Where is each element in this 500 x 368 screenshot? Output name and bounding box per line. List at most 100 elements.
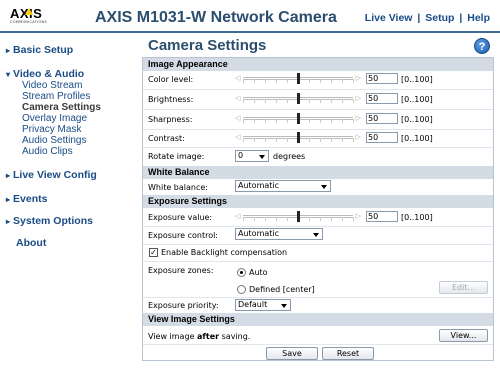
backlight-compensation-label: Enable Backlight compensation <box>161 248 288 257</box>
row-divider <box>143 89 493 90</box>
slider-right-arrow-icon[interactable]: ▷ <box>356 132 361 143</box>
rotate-image-unit: degrees <box>273 152 306 161</box>
exposure-value-label: Exposure value: <box>148 213 213 222</box>
sidebar-item-about[interactable]: About <box>16 237 46 249</box>
dropdown-caret-icon <box>281 304 287 308</box>
reset-button[interactable]: Reset <box>322 347 374 360</box>
slider-tick <box>320 119 321 123</box>
slider-tick <box>276 217 277 221</box>
slider-right-arrow-icon[interactable]: ▷ <box>356 113 361 124</box>
slider-tick <box>331 119 332 123</box>
slider-tick <box>243 79 244 83</box>
sidebar-item-events[interactable]: ▸ Events <box>6 193 47 205</box>
slider-knob[interactable] <box>297 93 300 104</box>
slider-tick <box>342 79 343 83</box>
slider-tick <box>309 217 310 221</box>
slider-right-arrow-icon[interactable]: ▷ <box>356 93 361 104</box>
exposure-zone-defined-label: Defined [center] <box>249 285 315 294</box>
slider-tick <box>243 119 244 123</box>
nav-setup-link[interactable]: Setup <box>425 12 454 24</box>
slider-tick <box>320 138 321 142</box>
exposure-zone-auto-radio[interactable] <box>237 268 246 277</box>
nav-help-link[interactable]: Help <box>467 12 490 24</box>
slider-right-arrow-icon[interactable]: ▷ <box>356 73 361 84</box>
rotate-image-select[interactable]: 0 <box>235 150 269 162</box>
exposure-zone-defined-radio[interactable] <box>237 285 246 294</box>
slider-tick <box>287 119 288 123</box>
nav-separator: | <box>459 12 463 24</box>
slider-left-arrow-icon[interactable]: ◁ <box>235 93 240 104</box>
sidebar-subitem-stream-profiles[interactable]: Stream Profiles <box>22 91 90 102</box>
slider-tick <box>265 217 266 221</box>
axis-logo: AXIS COMMUNICATIONS <box>10 7 60 33</box>
slider-knob[interactable] <box>297 73 300 84</box>
slider-tick <box>287 99 288 103</box>
exposure-control-select[interactable]: Automatic <box>235 228 323 240</box>
chevron-right-icon: ▸ <box>6 46 11 55</box>
sharpness-slider[interactable]: ◁ ▷ <box>235 113 361 124</box>
sidebar-subitem-privacy-mask[interactable]: Privacy Mask <box>22 124 81 135</box>
slider-tick <box>320 99 321 103</box>
sidebar-subitem-camera-settings[interactable]: Camera Settings <box>22 102 101 113</box>
sidebar-subitem-audio-clips[interactable]: Audio Clips <box>22 146 73 157</box>
exposure-value-input[interactable]: 50 <box>366 211 398 222</box>
color-level-slider[interactable]: ◁ ▷ <box>235 73 361 84</box>
chevron-down-icon: ▾ <box>6 70 11 79</box>
slider-tick <box>309 138 310 142</box>
edit-zones-button[interactable]: Edit... <box>439 281 488 294</box>
section-exposure-settings: Exposure Settings <box>143 195 493 208</box>
slider-left-arrow-icon[interactable]: ◁ <box>235 132 240 143</box>
exposure-value-slider[interactable]: ◁ ▷ <box>235 211 361 222</box>
slider-tick <box>243 138 244 142</box>
exposure-value-range: [0..100] <box>401 213 433 222</box>
color-level-input[interactable]: 50 <box>366 73 398 84</box>
page-title: Camera Settings <box>148 37 267 54</box>
section-image-appearance: Image Appearance <box>143 58 493 71</box>
section-view-image-settings: View Image Settings <box>143 313 493 326</box>
sidebar-item-video-audio[interactable]: ▾ Video & Audio <box>6 68 84 80</box>
sidebar-subitem-audio-settings[interactable]: Audio Settings <box>22 135 87 146</box>
sidebar-subitem-video-stream[interactable]: Video Stream <box>22 80 82 91</box>
sidebar: ▸ Basic Setup ▾ Video & Audio Video Stream… <box>0 33 140 368</box>
sidebar-item-system-options[interactable]: ▸ System Options <box>6 215 93 227</box>
slider-tick <box>309 99 310 103</box>
row-divider <box>143 226 493 227</box>
logo-text: AXIS <box>10 6 43 21</box>
slider-tick <box>320 217 321 221</box>
slider-tick <box>254 79 255 83</box>
slider-knob[interactable] <box>297 132 300 143</box>
dropdown-caret-icon <box>321 185 327 189</box>
slider-tick <box>243 99 244 103</box>
slider-left-arrow-icon[interactable]: ◁ <box>235 211 240 222</box>
sidebar-subitem-overlay-image[interactable]: Overlay Image <box>22 113 87 124</box>
brightness-input[interactable]: 50 <box>366 93 398 104</box>
exposure-priority-select[interactable]: Default <box>235 299 291 311</box>
help-icon[interactable]: ? <box>474 38 490 54</box>
sharpness-input[interactable]: 50 <box>366 113 398 124</box>
slider-left-arrow-icon[interactable]: ◁ <box>235 73 240 84</box>
view-image-button[interactable]: View... <box>439 329 488 342</box>
slider-tick <box>342 99 343 103</box>
dropdown-caret-icon <box>259 155 265 159</box>
chevron-right-icon: ▸ <box>6 195 11 204</box>
white-balance-select[interactable]: Automatic <box>235 180 331 192</box>
contrast-input[interactable]: 50 <box>366 132 398 143</box>
slider-tick <box>254 99 255 103</box>
slider-right-arrow-icon[interactable]: ▷ <box>356 211 361 222</box>
slider-tick <box>276 119 277 123</box>
brightness-slider[interactable]: ◁ ▷ <box>235 93 361 104</box>
backlight-compensation-checkbox[interactable]: ✓ <box>149 248 158 257</box>
top-nav: Live View | Setup | Help <box>365 12 490 24</box>
slider-left-arrow-icon[interactable]: ◁ <box>235 113 240 124</box>
nav-separator: | <box>417 12 421 24</box>
chevron-right-icon: ▸ <box>6 217 11 226</box>
slider-knob[interactable] <box>297 113 300 124</box>
contrast-slider[interactable]: ◁ ▷ <box>235 132 361 143</box>
section-white-balance: White Balance <box>143 166 493 179</box>
exposure-zone-auto-label: Auto <box>249 268 268 277</box>
sidebar-item-live-view-config[interactable]: ▸ Live View Config <box>6 169 97 181</box>
slider-knob[interactable] <box>297 211 300 222</box>
sidebar-item-basic-setup[interactable]: ▸ Basic Setup <box>6 44 73 56</box>
nav-live-view-link[interactable]: Live View <box>365 12 413 24</box>
save-button[interactable]: Save <box>266 347 318 360</box>
